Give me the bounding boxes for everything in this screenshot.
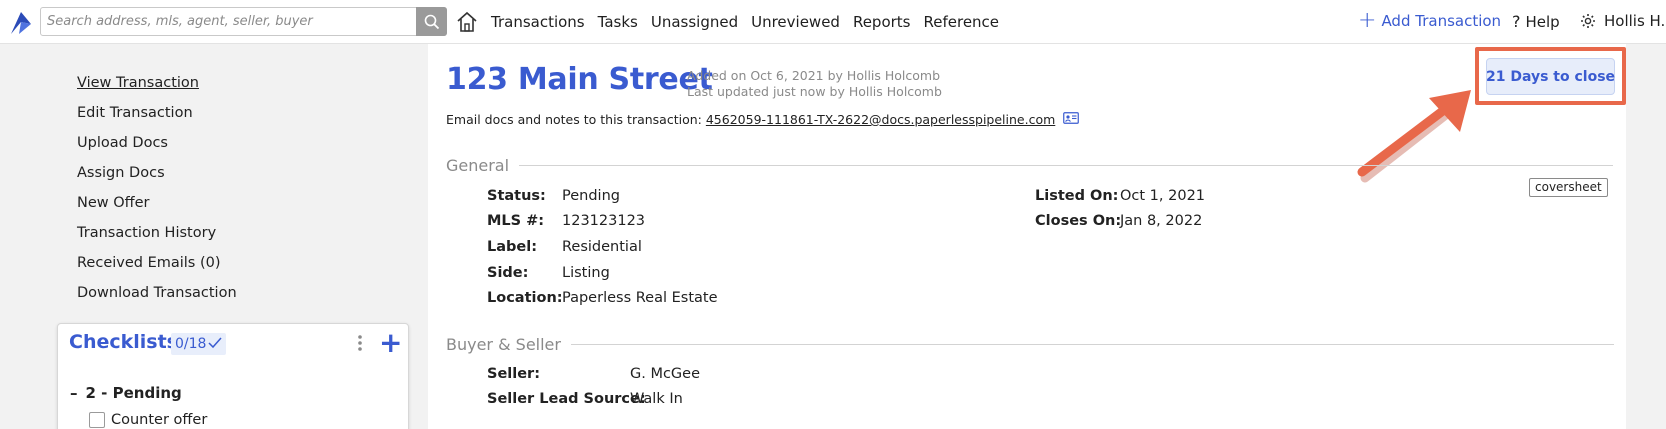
- field-seller-lead-source: Seller Lead Source:Walk In: [487, 391, 683, 407]
- home-icon[interactable]: [456, 11, 478, 33]
- field-value: Oct 1, 2021: [1120, 188, 1206, 204]
- sidebar-view-transaction[interactable]: View Transaction: [77, 68, 237, 98]
- nav-unassigned[interactable]: Unassigned: [651, 13, 738, 31]
- updated-info: Last updated just now by Hollis Holcomb: [687, 84, 942, 99]
- field-label: MLS #:: [487, 213, 545, 229]
- add-transaction-button[interactable]: + Add Transaction: [1358, 8, 1502, 33]
- checklists-count: 0/18: [175, 336, 207, 352]
- field-label: Closes On:: [1035, 213, 1122, 229]
- check-icon: [208, 337, 223, 349]
- checklist-item-checkbox[interactable]: [89, 412, 105, 428]
- gear-icon: [1581, 14, 1595, 28]
- more-vertical-icon[interactable]: [355, 334, 365, 352]
- divider: [519, 165, 1614, 166]
- field-value: 123123123: [562, 213, 646, 229]
- help-link[interactable]: ? Help: [1512, 12, 1560, 31]
- added-info: Added on Oct 6, 2021 by Hollis Holcomb: [687, 68, 941, 83]
- field-closes-on: Closes On:Jan 8, 2022: [1035, 213, 1202, 229]
- nav-tasks[interactable]: Tasks: [598, 13, 638, 31]
- nav-reference[interactable]: Reference: [924, 13, 1000, 31]
- buyer-seller-heading-label: Buyer & Seller: [446, 335, 561, 354]
- field-mls: MLS #: 123123123: [487, 213, 645, 229]
- checklist-group-toggle[interactable]: –2 - Pending: [70, 384, 182, 402]
- help-label: Help: [1525, 13, 1560, 31]
- field-location: Location:Paperless Real Estate: [487, 290, 718, 306]
- nav-transactions[interactable]: Transactions: [491, 13, 585, 31]
- transaction-actions: View Transaction Edit Transaction Upload…: [77, 68, 237, 308]
- top-bar: Transactions Tasks Unassigned Unreviewed…: [0, 0, 1666, 44]
- divider: [570, 344, 1614, 345]
- field-status: Status: Pending: [487, 188, 620, 204]
- question-icon: ?: [1512, 12, 1521, 31]
- search-button[interactable]: [416, 7, 447, 36]
- checklists-title: Checklists: [69, 331, 178, 353]
- app-logo-icon[interactable]: [8, 10, 34, 36]
- user-menu[interactable]: Hollis H.: [1580, 12, 1665, 30]
- field-label: Seller Lead Source:: [487, 391, 646, 407]
- sidebar-assign-docs[interactable]: Assign Docs: [77, 158, 237, 188]
- nav-reports[interactable]: Reports: [853, 13, 911, 31]
- checklist-item-label: Counter offer: [111, 412, 208, 428]
- field-value: Pending: [562, 188, 620, 204]
- buyer-seller-section-heading: Buyer & Seller: [446, 335, 1614, 354]
- field-label: Location:: [487, 290, 563, 306]
- field-value: Residential: [562, 239, 642, 255]
- plus-icon: +: [1358, 8, 1377, 33]
- search-icon: [424, 14, 439, 29]
- field-label: Listed On:: [1035, 188, 1119, 204]
- field-label: Status:: [487, 188, 546, 204]
- coversheet-button[interactable]: coversheet: [1529, 178, 1608, 197]
- nav-unreviewed[interactable]: Unreviewed: [751, 13, 840, 31]
- field-listed-on: Listed On: Oct 1, 2021: [1035, 188, 1205, 204]
- field-value: G. McGee: [630, 366, 701, 382]
- search-box: [40, 7, 447, 36]
- page-title: 123 Main Street: [446, 62, 713, 97]
- right-gutter: [1626, 44, 1666, 429]
- add-transaction-label: Add Transaction: [1381, 12, 1502, 30]
- field-label: Seller:: [487, 366, 541, 382]
- field-value: Listing: [562, 265, 610, 281]
- main-nav: Transactions Tasks Unassigned Unreviewed…: [491, 0, 1012, 44]
- transaction-detail: 123 Main Street Added on Oct 6, 2021 by …: [428, 44, 1626, 429]
- sidebar: View Transaction Edit Transaction Upload…: [0, 44, 428, 429]
- field-value: Jan 8, 2022: [1120, 213, 1203, 229]
- sidebar-new-offer[interactable]: New Offer: [77, 188, 237, 218]
- field-value: Walk In: [630, 391, 683, 407]
- field-label-type: Label: Residential: [487, 239, 642, 255]
- checklists-panel: Checklists 0/18 + –2 - Pending Counter o…: [57, 323, 409, 429]
- sidebar-upload-docs[interactable]: Upload Docs: [77, 128, 237, 158]
- sidebar-transaction-history[interactable]: Transaction History: [77, 218, 237, 248]
- days-to-close-highlight: 21 Days to close: [1475, 47, 1626, 105]
- email-line: Email docs and notes to this transaction…: [446, 112, 1080, 127]
- checklist-item: Counter offer: [89, 412, 207, 428]
- transaction-email-link[interactable]: 4562059-111861-TX-2622@docs.paperlesspip…: [706, 112, 1055, 127]
- checklist-group-label: 2 - Pending: [85, 384, 182, 402]
- checklists-count-badge: 0/18: [171, 333, 227, 355]
- field-seller: Seller: G. McGee: [487, 366, 700, 382]
- transaction-meta: Added on Oct 6, 2021 by Hollis Holcomb L…: [687, 68, 942, 100]
- add-checklist-button[interactable]: +: [379, 326, 402, 359]
- general-heading-label: General: [446, 156, 510, 175]
- days-to-close-button[interactable]: 21 Days to close: [1486, 58, 1615, 95]
- field-label: Label:: [487, 239, 538, 255]
- field-value: Paperless Real Estate: [562, 290, 718, 306]
- search-input[interactable]: [41, 8, 417, 35]
- contact-card-icon[interactable]: [1063, 112, 1080, 127]
- field-side: Side: Listing: [487, 265, 610, 281]
- general-section-heading: General: [446, 156, 1614, 175]
- email-prefix: Email docs and notes to this transaction…: [446, 112, 702, 127]
- field-label: Side:: [487, 265, 529, 281]
- user-name: Hollis H.: [1604, 12, 1666, 30]
- sidebar-received-emails[interactable]: Received Emails (0): [77, 248, 237, 278]
- sidebar-download-transaction[interactable]: Download Transaction: [77, 278, 237, 308]
- collapse-icon: –: [70, 384, 78, 402]
- sidebar-edit-transaction[interactable]: Edit Transaction: [77, 98, 237, 128]
